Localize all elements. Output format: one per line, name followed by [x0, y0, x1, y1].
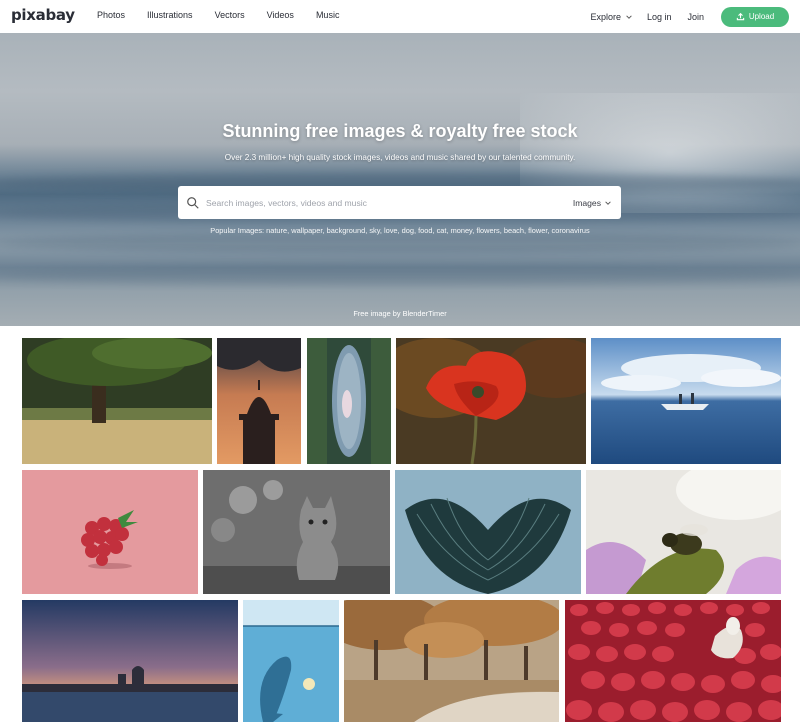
popular-tag[interactable]: love [384, 226, 398, 235]
city-dusk-image [22, 600, 238, 722]
popular-tag[interactable]: sky [369, 226, 380, 235]
leaf-structure-image [395, 470, 581, 594]
photo-city-dusk[interactable] [22, 600, 238, 722]
photo-leaf-structure[interactable] [395, 470, 581, 594]
upload-button[interactable]: Upload [721, 6, 789, 27]
hero-banner: Stunning free images & royalty free stoc… [0, 33, 800, 326]
nav-vectors[interactable]: Vectors [215, 10, 245, 20]
join-link[interactable]: Join [687, 12, 704, 22]
popular-tag[interactable]: nature [266, 226, 287, 235]
photo-whale-illustration[interactable] [243, 600, 339, 722]
search-type-label: Images [572, 197, 601, 208]
photo-tree-meadow[interactable] [22, 338, 212, 464]
popular-tag[interactable]: money [451, 226, 473, 235]
popular-label: Popular Images: [210, 226, 265, 235]
popular-tag[interactable]: background [327, 226, 366, 235]
search-icon[interactable] [186, 196, 200, 210]
raspberry-image [22, 470, 198, 594]
nav-photos[interactable]: Photos [97, 10, 125, 20]
red-poppy-image [396, 338, 586, 464]
popular-tags: Popular Images: nature, wallpaper, backg… [210, 226, 590, 235]
popular-tag[interactable]: cat [437, 226, 447, 235]
popular-tag[interactable]: flower [528, 226, 547, 235]
main-nav: Photos Illustrations Vectors Videos Musi… [97, 10, 361, 20]
upload-icon [736, 12, 745, 21]
explore-menu[interactable]: Explore [590, 12, 633, 22]
image-credit[interactable]: Free image by BlenderTimer [0, 309, 800, 318]
hero-title: Stunning free images & royalty free stoc… [222, 121, 578, 141]
chevron-down-icon [626, 14, 632, 19]
tree-meadow-image [22, 338, 212, 464]
hero-wave [0, 233, 800, 253]
photo-kitten[interactable] [203, 470, 390, 594]
search-input[interactable] [206, 187, 573, 218]
photo-autumn-path[interactable] [344, 600, 559, 722]
login-link[interactable]: Log in [647, 12, 672, 22]
popular-tag[interactable]: flowers [476, 226, 499, 235]
boat-sea-image [591, 338, 781, 464]
top-bar: pixabay Photos Illustrations Vectors Vid… [0, 0, 800, 33]
pixabay-logo[interactable]: pixabay [11, 6, 75, 24]
search-bar: Images [178, 186, 621, 219]
red-spheres-image [565, 600, 781, 722]
hero-wave [0, 265, 800, 285]
photo-raspberry-illustration[interactable] [22, 470, 198, 594]
photo-temple-silhouette[interactable] [217, 338, 301, 464]
bee-flower-image [586, 470, 781, 594]
hero-subtitle: Over 2.3 million+ high quality stock ima… [224, 153, 576, 162]
nav-illustrations[interactable]: Illustrations [147, 10, 193, 20]
kitten-image [203, 470, 390, 594]
boat-woman-image [307, 338, 391, 464]
photo-red-spheres[interactable] [565, 600, 781, 722]
photo-boat-sea[interactable] [591, 338, 781, 464]
popular-tag[interactable]: food [418, 226, 432, 235]
autumn-path-image [344, 600, 559, 722]
photo-boat-woman[interactable] [307, 338, 391, 464]
search-type-select[interactable]: Images [573, 198, 612, 208]
upload-label: Upload [748, 12, 775, 21]
popular-tag[interactable]: wallpaper [291, 226, 322, 235]
temple-silhouette-image [217, 338, 301, 464]
account-nav: Explore Log in Join Upload [590, 0, 800, 33]
popular-tag[interactable]: dog [402, 226, 414, 235]
nav-videos[interactable]: Videos [267, 10, 294, 20]
whale-illustration-image [243, 600, 339, 722]
popular-tag[interactable]: coronavirus [552, 226, 590, 235]
chevron-down-icon [605, 200, 611, 205]
explore-label: Explore [590, 11, 621, 22]
photo-bee-flower[interactable] [586, 470, 781, 594]
popular-tag[interactable]: beach [504, 226, 524, 235]
nav-music[interactable]: Music [316, 10, 340, 20]
photo-red-poppy[interactable] [396, 338, 586, 464]
